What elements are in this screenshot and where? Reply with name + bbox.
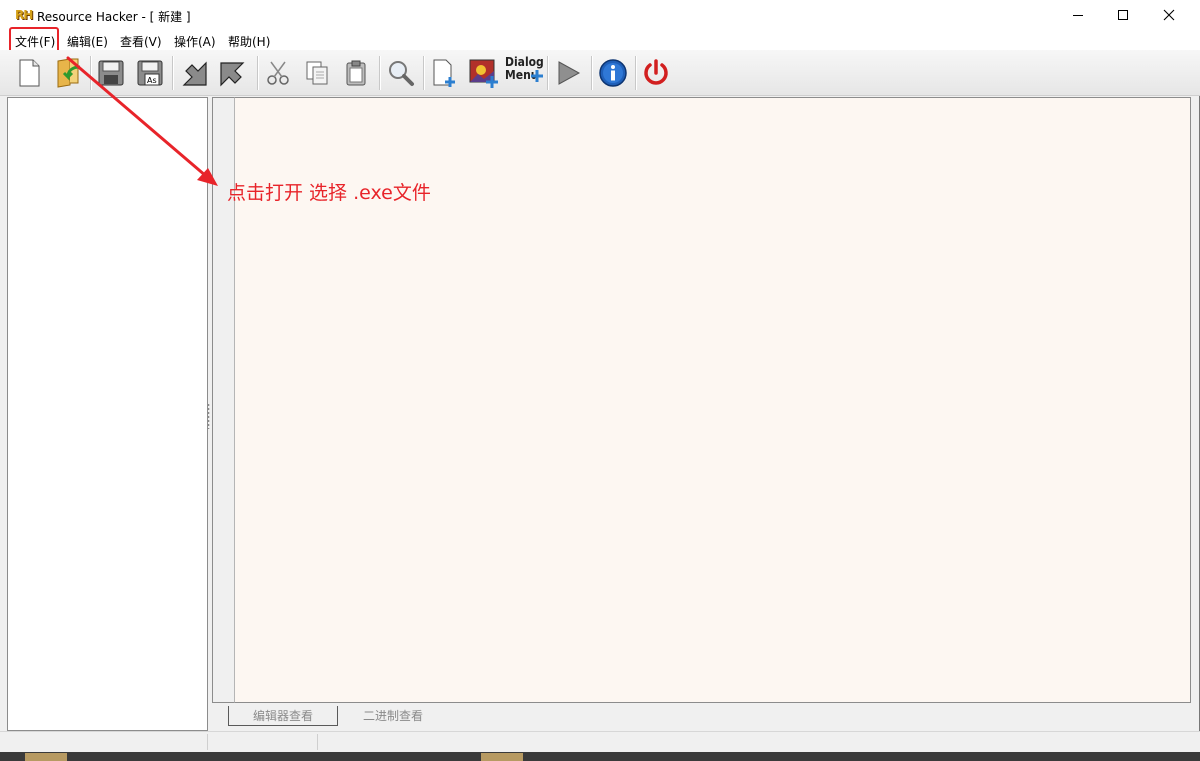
- desktop-item: [481, 753, 523, 761]
- annotation-arrow: [66, 56, 218, 186]
- annotation-text: 点击打开 选择 .exe文件: [227, 182, 431, 204]
- desktop-item: [25, 753, 67, 761]
